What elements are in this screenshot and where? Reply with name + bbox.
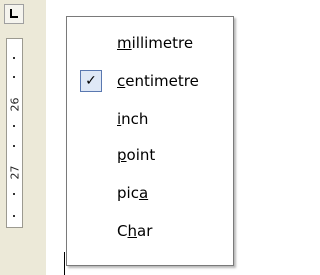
measurement-unit-menu: millimetre ✓ centimetre inch point pica Char (66, 16, 234, 266)
menu-item-pica[interactable]: pica (67, 177, 233, 209)
label-prefix: C (117, 222, 128, 240)
accelerator-key: c (117, 72, 126, 90)
menu-item-label: pica (117, 177, 148, 209)
menu-item-char[interactable]: Char (67, 215, 233, 247)
menu-item-label: point (117, 139, 155, 171)
ruler-tick (13, 193, 15, 195)
label-suffix: illimetre (131, 34, 194, 52)
checkmark-icon: ✓ (80, 70, 102, 92)
ruler-number-27: 27 (8, 165, 22, 180)
accelerator-key: p (117, 146, 127, 164)
menu-item-label: centimetre (117, 65, 199, 97)
tab-type-button[interactable] (4, 4, 24, 24)
menu-item-millimetre[interactable]: millimetre (67, 27, 233, 59)
ruler-number-26: 26 (8, 97, 22, 112)
page-edge-line (64, 252, 65, 275)
label-suffix: ar (137, 222, 153, 240)
tab-type-left-icon (10, 9, 18, 18)
ruler-tick (13, 125, 15, 127)
vertical-ruler[interactable]: 26 27 (6, 38, 23, 228)
ruler-unit-context-menu-screen: 26 27 millimetre ✓ centimetre inch point pica… (0, 0, 259, 275)
menu-item-label: Char (117, 215, 152, 247)
menu-item-centimetre[interactable]: ✓ centimetre (67, 65, 233, 97)
accelerator-key: a (138, 184, 149, 202)
ruler-tick (13, 215, 15, 217)
label-suffix: oint (126, 146, 156, 164)
ruler-tick (13, 57, 15, 59)
ruler-margin-panel (32, 0, 46, 275)
menu-item-label: inch (117, 103, 148, 135)
accelerator-key: m (117, 34, 132, 52)
ruler-tick (13, 76, 15, 78)
menu-item-label: millimetre (117, 27, 193, 59)
label-suffix: nch (121, 110, 149, 128)
menu-item-inch[interactable]: inch (67, 103, 233, 135)
label-suffix: entimetre (125, 72, 199, 90)
vertical-ruler-strip: 26 27 (0, 0, 32, 275)
label-prefix: pic (117, 184, 139, 202)
ruler-tick (13, 145, 15, 147)
accelerator-key: h (127, 222, 137, 240)
menu-item-point[interactable]: point (67, 139, 233, 171)
